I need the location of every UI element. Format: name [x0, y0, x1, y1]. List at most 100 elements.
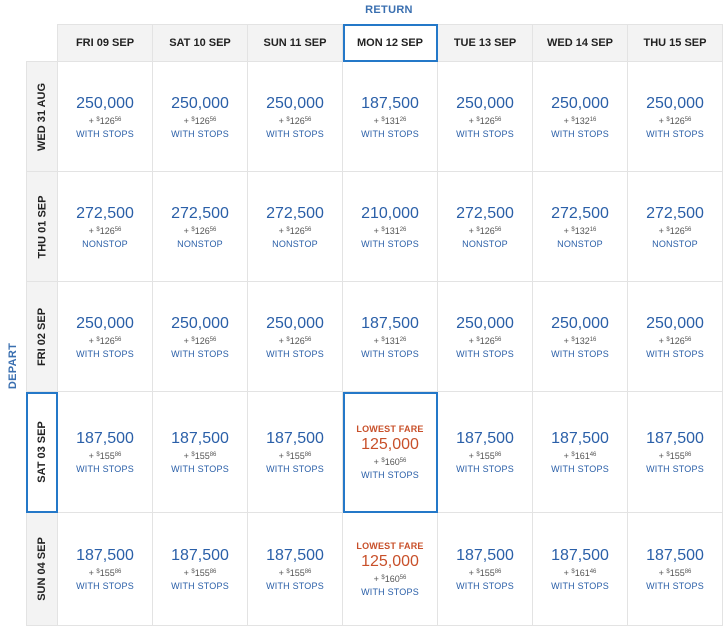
tax-cents: 56: [209, 336, 217, 343]
tax-dollars: 155: [669, 451, 685, 461]
tax-cents: 56: [209, 116, 217, 123]
tax-cents: 26: [399, 336, 407, 343]
tax-dollars: 160: [384, 574, 400, 584]
fare-cell[interactable]: 187,500 + $15586 WITH STOPS: [248, 392, 343, 513]
fare-stops: WITH STOPS: [646, 348, 704, 359]
fare-tax: + $12656: [469, 114, 502, 127]
fare-stops: WITH STOPS: [171, 464, 229, 474]
fare-tax: + $12656: [184, 224, 217, 237]
lowest-fare-badge: LOWEST FARE: [356, 541, 424, 551]
return-date-header[interactable]: FRI 09 SEP: [58, 24, 153, 62]
tax-cents: 86: [684, 569, 692, 575]
tax-dollars: 126: [669, 115, 685, 126]
fare-stops: WITH STOPS: [361, 348, 419, 359]
tax-dollars: 126: [194, 225, 210, 236]
fare-miles: 250,000: [456, 314, 514, 332]
fare-stops: WITH STOPS: [361, 128, 419, 139]
fare-cell[interactable]: 187,500 + $15586 WITH STOPS: [628, 392, 723, 513]
fare-cell[interactable]: 250,000 + $12656 WITH STOPS: [248, 62, 343, 172]
tax-dollars: 155: [479, 451, 495, 461]
tax-dollars: 132: [574, 115, 590, 126]
fare-tax: + $16056: [374, 455, 407, 468]
tax-dollars: 126: [669, 335, 685, 346]
tax-dollars: 126: [479, 335, 495, 346]
fare-cell[interactable]: 187,500 + $15586 WITH STOPS: [248, 513, 343, 626]
fare-cell[interactable]: 187,500 + $15586 WITH STOPS: [58, 513, 153, 626]
fare-tax: + $12656: [469, 224, 502, 237]
fare-cell[interactable]: 187,500 + $15586 WITH STOPS: [628, 513, 723, 626]
tax-cents: 16: [589, 226, 597, 233]
tax-cents: 56: [494, 226, 502, 233]
return-date-header[interactable]: SUN 11 SEP: [248, 24, 343, 62]
fare-cell[interactable]: 272,500 + $12656 NONSTOP: [58, 172, 153, 282]
fare-cell[interactable]: 187,500 + $16146 WITH STOPS: [533, 392, 628, 513]
return-date-header[interactable]: SAT 10 SEP: [153, 24, 248, 62]
fare-cell[interactable]: 187,500 + $15586 WITH STOPS: [438, 513, 533, 626]
fare-stops: WITH STOPS: [551, 581, 609, 591]
depart-date-header[interactable]: SAT 03 SEP: [26, 392, 58, 513]
fare-cell[interactable]: 187,500 + $15586 WITH STOPS: [58, 392, 153, 513]
depart-date-header[interactable]: THU 01 SEP: [26, 172, 58, 282]
tax-cents: 56: [304, 226, 312, 233]
fare-cell[interactable]: LOWEST FARE 125,000 + $16056 WITH STOPS: [343, 513, 438, 626]
tax-cents: 56: [304, 336, 312, 343]
tax-cents: 56: [399, 458, 407, 464]
fare-cell[interactable]: 250,000 + $12656 WITH STOPS: [58, 62, 153, 172]
fare-cell[interactable]: 250,000 + $12656 WITH STOPS: [628, 62, 723, 172]
fare-cell[interactable]: 187,500 + $16146 WITH STOPS: [533, 513, 628, 626]
fare-tax: + $15586: [659, 566, 692, 579]
fare-stops: WITH STOPS: [76, 128, 134, 139]
fare-cell[interactable]: 250,000 + $13216 WITH STOPS: [533, 62, 628, 172]
fare-cell[interactable]: 250,000 + $12656 WITH STOPS: [153, 62, 248, 172]
fare-cell[interactable]: 250,000 + $12656 WITH STOPS: [58, 282, 153, 392]
tax-dollars: 126: [99, 115, 115, 126]
fare-cell[interactable]: 210,000 + $13126 WITH STOPS: [343, 172, 438, 282]
fare-grid: FRI 09 SEP SAT 10 SEP SUN 11 SEP MON 12 SEP…: [26, 24, 723, 626]
tax-dollars: 155: [479, 568, 495, 578]
return-date-header[interactable]: THU 15 SEP: [628, 24, 723, 62]
fare-cell[interactable]: 250,000 + $13216 WITH STOPS: [533, 282, 628, 392]
depart-date-header[interactable]: SUN 04 SEP: [26, 513, 58, 626]
fare-cell[interactable]: 272,500 + $13216 NONSTOP: [533, 172, 628, 282]
fare-cell[interactable]: 272,500 + $12656 NONSTOP: [438, 172, 533, 282]
return-date-header[interactable]: WED 14 SEP: [533, 24, 628, 62]
fare-miles: 250,000: [171, 94, 229, 112]
depart-date-header[interactable]: WED 31 AUG: [26, 62, 58, 172]
return-axis-label: RETURN: [365, 4, 413, 16]
fare-cell[interactable]: 250,000 + $12656 WITH STOPS: [628, 282, 723, 392]
fare-cell[interactable]: 187,500 + $15586 WITH STOPS: [438, 392, 533, 513]
fare-stops: NONSTOP: [652, 238, 698, 249]
return-date-header[interactable]: TUE 13 SEP: [438, 24, 533, 62]
fare-tax: + $12656: [184, 334, 217, 347]
fare-cell[interactable]: 272,500 + $12656 NONSTOP: [628, 172, 723, 282]
fare-cell[interactable]: 272,500 + $12656 NONSTOP: [153, 172, 248, 282]
fare-tax: + $16146: [564, 449, 597, 462]
lowest-fare-badge: LOWEST FARE: [356, 424, 424, 434]
fare-cell[interactable]: 250,000 + $12656 WITH STOPS: [438, 62, 533, 172]
tax-cents: 86: [114, 569, 122, 575]
fare-cell[interactable]: 187,500 + $13126 WITH STOPS: [343, 62, 438, 172]
tax-dollars: 126: [194, 335, 210, 346]
fare-miles: 250,000: [266, 94, 324, 112]
fare-cell[interactable]: 187,500 + $13126 WITH STOPS: [343, 282, 438, 392]
fare-miles: 272,500: [551, 204, 609, 222]
tax-dollars: 132: [574, 225, 590, 236]
fare-cell[interactable]: 187,500 + $15586 WITH STOPS: [153, 392, 248, 513]
fare-tax: + $13126: [374, 334, 407, 347]
fare-cell[interactable]: LOWEST FARE 125,000 + $16056 WITH STOPS: [343, 392, 438, 513]
fare-cell[interactable]: 272,500 + $12656 NONSTOP: [248, 172, 343, 282]
tax-cents: 56: [114, 226, 122, 233]
fare-miles: 187,500: [361, 94, 419, 112]
fare-cell[interactable]: 250,000 + $12656 WITH STOPS: [153, 282, 248, 392]
fare-tax: + $12656: [279, 224, 312, 237]
tax-cents: 86: [304, 569, 312, 575]
fare-cell[interactable]: 250,000 + $12656 WITH STOPS: [248, 282, 343, 392]
depart-date-header[interactable]: FRI 02 SEP: [26, 282, 58, 392]
return-date-header[interactable]: MON 12 SEP: [343, 24, 438, 62]
fare-cell[interactable]: 250,000 + $12656 WITH STOPS: [438, 282, 533, 392]
fare-miles: 272,500: [646, 204, 704, 222]
fare-tax: + $12656: [279, 334, 312, 347]
tax-dollars: 131: [384, 335, 400, 346]
tax-cents: 56: [684, 336, 692, 343]
fare-cell[interactable]: 187,500 + $15586 WITH STOPS: [153, 513, 248, 626]
